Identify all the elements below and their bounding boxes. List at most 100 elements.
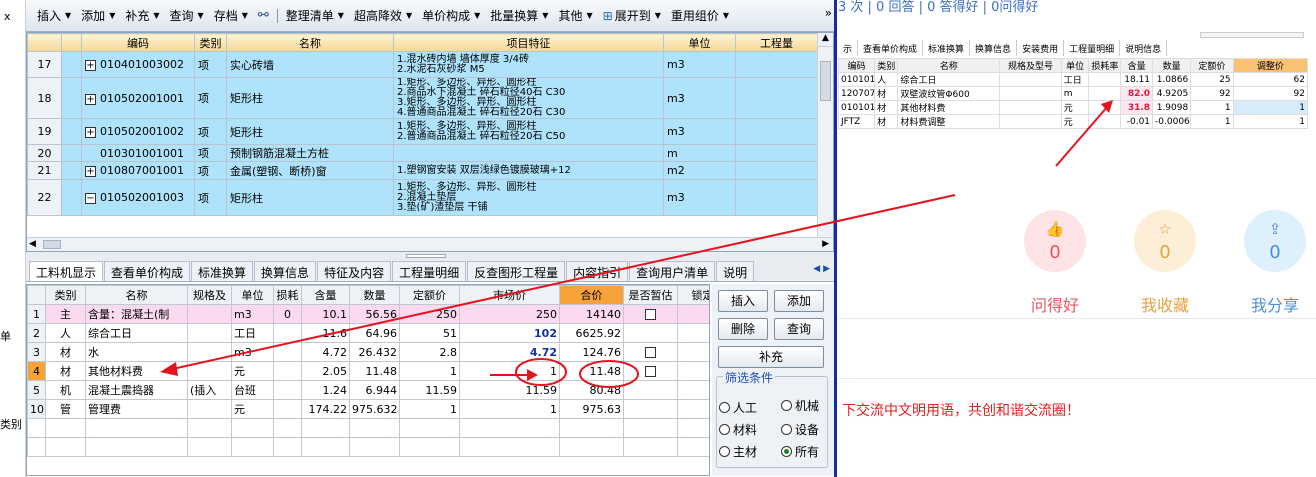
material-type[interactable]: 人	[45, 323, 86, 343]
header-quantity[interactable]: 工程量	[735, 33, 818, 52]
material-market-price[interactable]: 4.72	[459, 342, 560, 362]
header-name[interactable]: 名称	[85, 285, 188, 305]
supplement-button[interactable]: 补充	[718, 346, 824, 368]
toolbar-supplement[interactable]: 补充 ▼	[120, 7, 164, 24]
header-market-price[interactable]: 市场价	[459, 285, 560, 305]
bill-code-cell[interactable]: 010301001001	[81, 144, 195, 162]
radio-all[interactable]: 所有	[781, 443, 819, 460]
material-spec[interactable]	[187, 342, 232, 362]
scroll-thumb[interactable]	[43, 240, 61, 249]
estimate-cell[interactable]	[623, 342, 678, 362]
estimate-checkbox[interactable]	[645, 347, 656, 358]
header-feature[interactable]: 项目特征	[393, 33, 664, 52]
bill-row[interactable]: 21 +010807001001 项金属(塑钢、断桥)窗 1.塑钢窗安装 双层浅绿色镀…	[27, 161, 818, 180]
material-spec[interactable]	[187, 323, 232, 343]
tab-features[interactable]: 特征及内容	[317, 261, 392, 281]
pane-splitter[interactable]	[26, 252, 834, 260]
material-spec[interactable]: (插入	[187, 380, 232, 400]
estimate-cell[interactable]	[623, 380, 678, 400]
lock-cell[interactable]	[677, 323, 709, 343]
toolbar-add[interactable]: 添加 ▼	[76, 7, 120, 24]
bill-row[interactable]: 20 010301001001 项预制钢筋混凝土方桩 m	[27, 144, 818, 162]
star-button[interactable]: ☆ 0	[1134, 210, 1196, 272]
lock-cell[interactable]	[677, 399, 709, 419]
material-row[interactable]: 10 管管理费元 174.22 975.632 1 1 975.63	[27, 399, 709, 419]
material-amount[interactable]: 2.05	[301, 361, 350, 381]
bill-quantity[interactable]	[735, 118, 818, 145]
bill-type[interactable]: 项	[194, 179, 227, 216]
toolbar-height-reduction[interactable]: 超高降效 ▼	[349, 7, 417, 24]
material-unit[interactable]: 工日	[231, 323, 274, 343]
material-amount[interactable]: 4.72	[301, 342, 350, 362]
header-quota-price[interactable]: 定额价	[399, 285, 460, 305]
bill-quantity[interactable]	[735, 144, 818, 162]
tab-unit-price[interactable]: 查看单价构成	[104, 261, 191, 281]
material-market-price[interactable]: 11.59	[459, 380, 560, 400]
tab-materials[interactable]: 工料机显示	[29, 261, 104, 281]
material-amount[interactable]: 174.22	[301, 399, 350, 419]
bill-quantity[interactable]	[735, 161, 818, 180]
material-row[interactable]: 4 材其他材料费元 2.05 11.48 1 1 11.48	[27, 361, 709, 381]
material-type[interactable]: 材	[45, 342, 86, 362]
toolbar-query[interactable]: 查询 ▼	[165, 7, 209, 24]
lock-cell[interactable]	[677, 304, 709, 324]
material-loss[interactable]	[273, 380, 302, 400]
bill-feature[interactable]	[393, 144, 664, 162]
scroll-thumb[interactable]	[820, 61, 831, 101]
bill-code-cell[interactable]: +010502001001	[81, 77, 195, 119]
thumb-up-button[interactable]: 👍 0	[1024, 210, 1086, 272]
estimate-cell[interactable]	[623, 361, 678, 381]
material-qty[interactable]: 6.944	[349, 380, 400, 400]
bill-type[interactable]: 项	[194, 161, 227, 180]
bill-name[interactable]: 实心砖墙	[226, 51, 394, 78]
header-unit[interactable]: 单位	[663, 33, 736, 52]
expand-toggle-icon[interactable]: +	[85, 166, 96, 177]
scroll-left-icon[interactable]: ◀	[29, 239, 36, 249]
bill-code-cell[interactable]: +010807001001	[81, 161, 195, 180]
material-qty[interactable]: 64.96	[349, 323, 400, 343]
material-market-price[interactable]: 1	[459, 399, 560, 419]
header-spec[interactable]: 规格及	[187, 285, 232, 305]
material-name[interactable]: 管理费	[85, 399, 188, 419]
bill-feature[interactable]: 1.矩形、多边形、异形、圆形柱 2.商品水下混凝土 碎石粒径40石 C30 3.…	[393, 77, 664, 119]
header-estimate[interactable]: 是否暂估	[623, 285, 678, 305]
material-unit[interactable]: 台班	[231, 380, 274, 400]
delete-button[interactable]: 删除	[718, 318, 768, 340]
material-quota-price[interactable]: 51	[399, 323, 460, 343]
material-amount[interactable]: 1.24	[301, 380, 350, 400]
header-total[interactable]: 合价	[559, 285, 624, 305]
material-market-price[interactable]: 102	[459, 323, 560, 343]
material-spec[interactable]	[187, 304, 232, 324]
header-unit[interactable]: 单位	[231, 285, 274, 305]
action-label[interactable]: 问得好	[1005, 292, 1105, 316]
material-loss[interactable]	[273, 342, 302, 362]
header-qty[interactable]: 数量	[349, 285, 400, 305]
estimate-cell[interactable]	[623, 323, 678, 343]
bill-name[interactable]: 金属(塑钢、断桥)窗	[226, 161, 394, 180]
estimate-cell[interactable]	[623, 399, 678, 419]
material-qty[interactable]: 56.56	[349, 304, 400, 324]
radio-labor[interactable]: 人工	[719, 399, 757, 416]
material-spec[interactable]	[187, 399, 232, 419]
header-type[interactable]: 类别	[194, 33, 227, 52]
splitter-grip[interactable]	[406, 254, 446, 258]
bill-name[interactable]: 矩形柱	[226, 179, 394, 216]
tab-content-guide[interactable]: 内容指引	[566, 261, 629, 281]
tab-user-list[interactable]: 查询用户清单	[629, 261, 716, 281]
toolbar-other[interactable]: 其他 ▼	[553, 7, 597, 24]
header-amount[interactable]: 含量	[301, 285, 350, 305]
estimate-cell[interactable]	[623, 304, 678, 324]
query-button[interactable]: 查询	[774, 318, 824, 340]
header-name[interactable]: 名称	[226, 33, 394, 52]
bill-row[interactable]: 19 +010502001002 项矩形柱 1.矩形、多边形、异形、圆形柱 2.普通商…	[27, 118, 818, 145]
material-qty[interactable]: 11.48	[349, 361, 400, 381]
toolbar-insert[interactable]: 插入 ▼	[32, 7, 76, 24]
toolbar-expand[interactable]: ⊞ 展开到 ▼	[598, 7, 666, 24]
material-loss[interactable]: 0	[273, 304, 302, 324]
material-name[interactable]: 综合工日	[85, 323, 188, 343]
header-loss[interactable]: 损耗	[273, 285, 302, 305]
material-unit[interactable]: m3	[231, 342, 274, 362]
estimate-checkbox[interactable]	[645, 366, 656, 377]
bill-unit[interactable]: m2	[663, 161, 736, 180]
material-amount[interactable]: 10.1	[301, 304, 350, 324]
